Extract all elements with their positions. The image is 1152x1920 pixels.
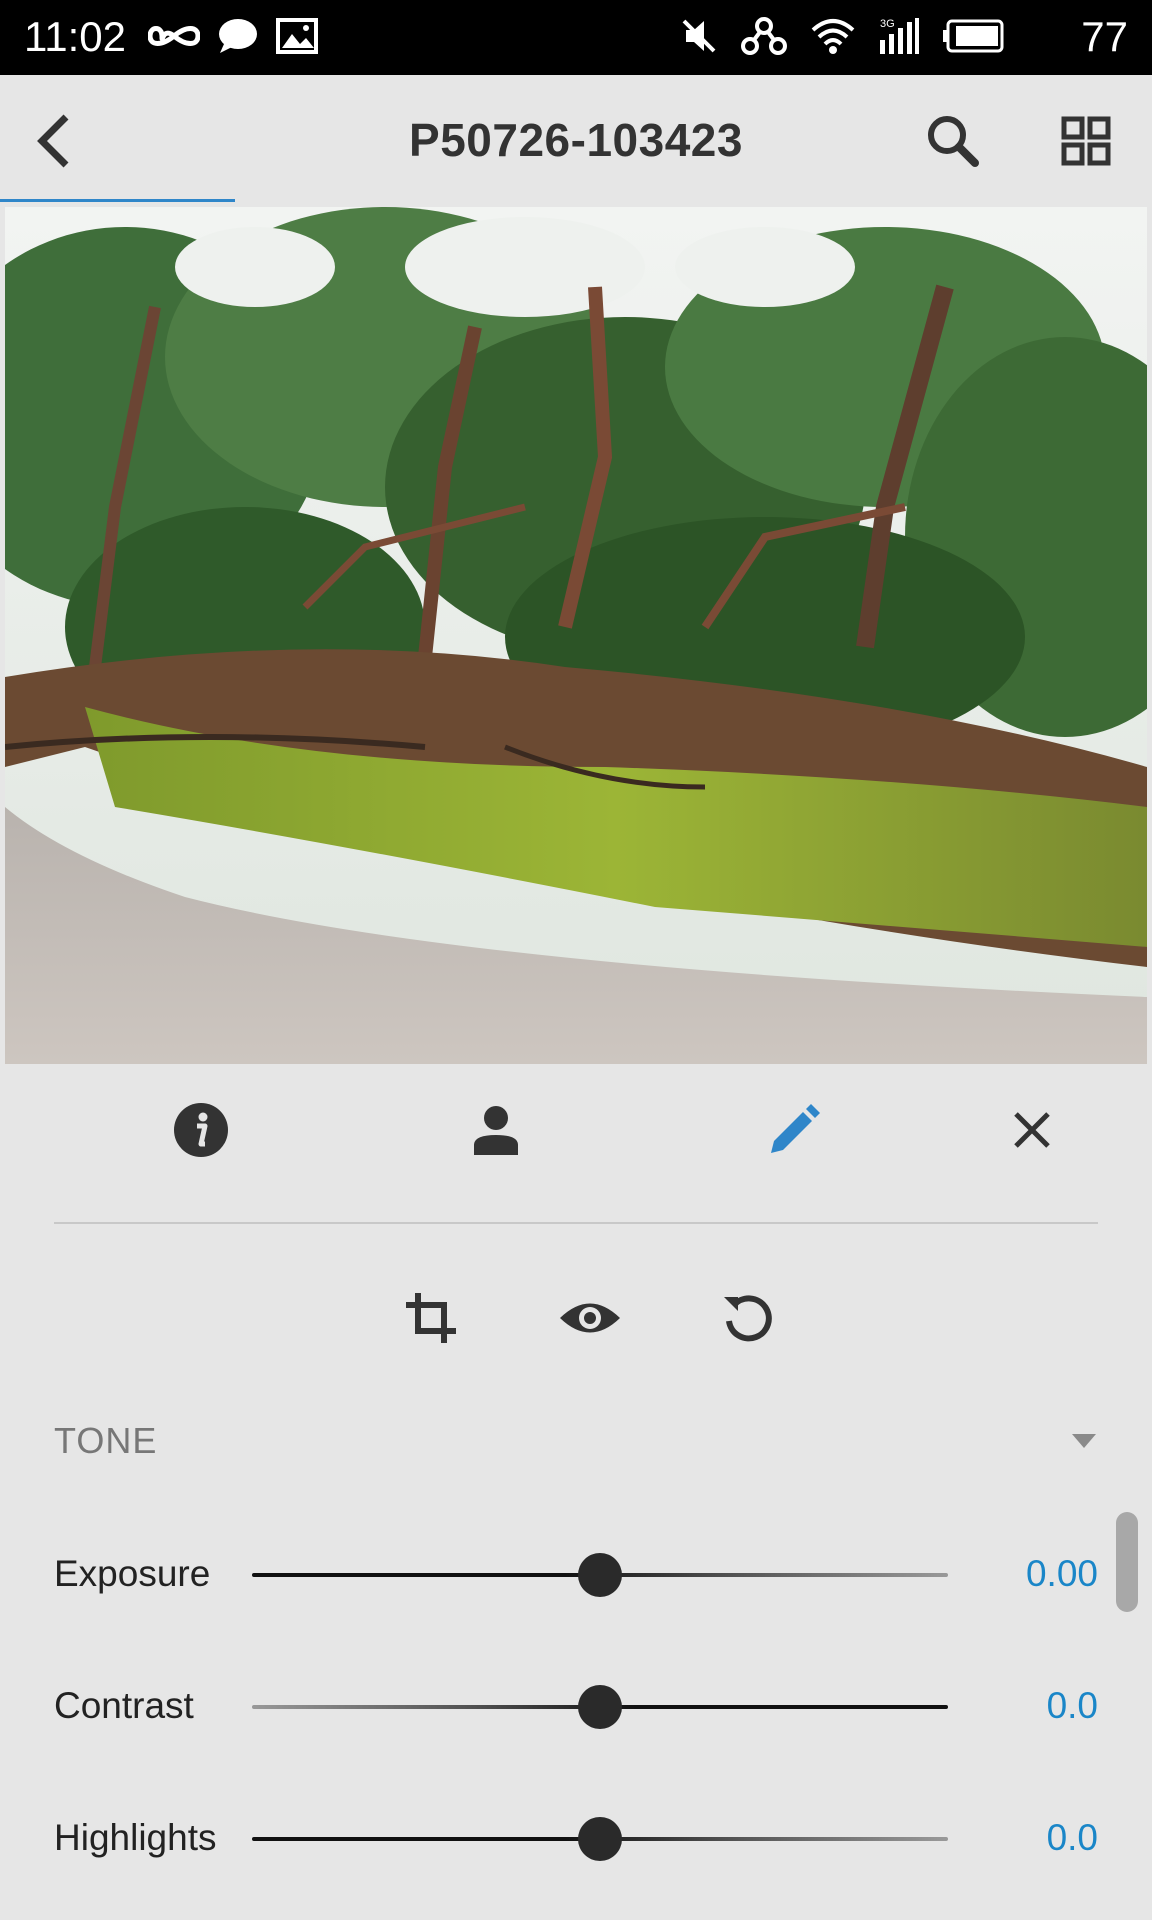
link-icon: [740, 16, 788, 61]
slider-thumb[interactable]: [578, 1817, 622, 1861]
status-bar: 11:02 3G 77: [0, 0, 1152, 75]
battery-icon: [942, 19, 1004, 58]
search-icon: [928, 116, 979, 167]
slider-value[interactable]: 0.0: [1047, 1817, 1098, 1859]
image-icon: [276, 17, 318, 59]
section-title-tone: TONE: [54, 1420, 158, 1461]
tab-info[interactable]: [161, 1095, 241, 1165]
slider-label: Contrast: [54, 1685, 194, 1726]
edit-panel: [0, 1064, 1152, 1920]
status-time: 11:02: [24, 13, 126, 60]
preview-button[interactable]: [550, 1283, 630, 1353]
tab-indicator: [0, 199, 235, 202]
app-bar: P50726-103423: [0, 75, 1152, 207]
search-button[interactable]: [917, 105, 989, 177]
wifi-icon: [810, 16, 856, 61]
slider-thumb[interactable]: [578, 1685, 622, 1729]
info-icon: [174, 1103, 228, 1157]
mute-icon: [680, 17, 718, 60]
collapse-caret-icon[interactable]: [1072, 1434, 1096, 1448]
tab-people[interactable]: [456, 1095, 536, 1165]
crop-button[interactable]: [391, 1283, 471, 1353]
slider-row-highlights: Highlights 0.0: [0, 1799, 1152, 1879]
crop-icon: [406, 1293, 456, 1343]
status-right-icons: 3G: [680, 14, 1004, 62]
close-panel-button[interactable]: [992, 1095, 1072, 1165]
slider-row-contrast: Contrast 0.0: [0, 1667, 1152, 1747]
photo-preview[interactable]: [5, 207, 1147, 1064]
reset-button[interactable]: [709, 1283, 789, 1353]
eye-icon: [560, 1303, 620, 1333]
slider-value[interactable]: 0.00: [1026, 1553, 1098, 1595]
grid-icon: [1061, 116, 1111, 166]
chat-bubble-icon: [218, 18, 258, 59]
person-icon: [474, 1106, 518, 1155]
slider-label: Exposure: [54, 1553, 211, 1594]
panel-divider: [54, 1222, 1098, 1224]
forest-photo: [5, 207, 1147, 1064]
slider-value[interactable]: 0.0: [1047, 1685, 1098, 1727]
infinity-icon: [147, 21, 201, 56]
grid-view-button[interactable]: [1050, 105, 1122, 177]
panel-scrollbar[interactable]: [1116, 1512, 1138, 1612]
slider-thumb[interactable]: [578, 1553, 622, 1597]
status-left-icons: [147, 16, 318, 60]
tab-edit[interactable]: [754, 1095, 834, 1165]
edit-pencil-icon: [771, 1104, 820, 1153]
close-icon: [1014, 1112, 1050, 1148]
slider-label: Highlights: [54, 1817, 217, 1858]
slider-row-exposure: Exposure 0.00: [0, 1535, 1152, 1615]
battery-level: 77: [1081, 13, 1128, 60]
reset-icon: [724, 1295, 772, 1342]
svg-text:3G: 3G: [880, 18, 895, 30]
signal-3g-icon: 3G: [878, 16, 920, 61]
